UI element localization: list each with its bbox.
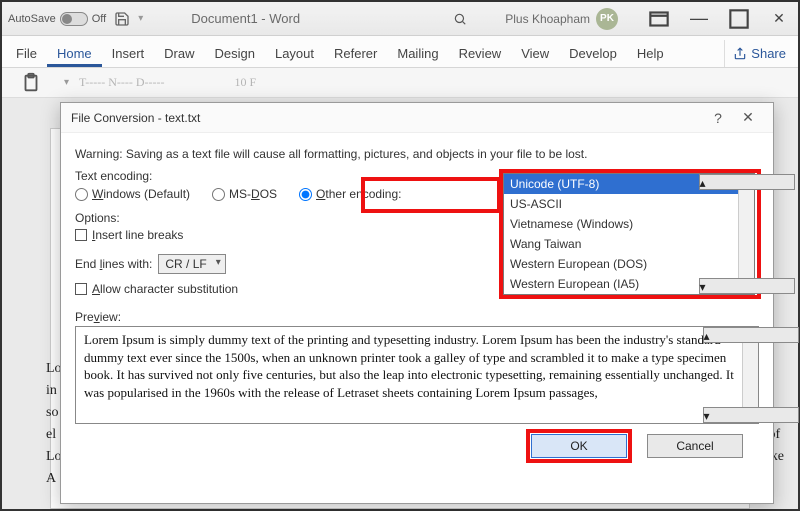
ribbon-display-icon[interactable]	[646, 6, 672, 32]
dialog-title: File Conversion - text.txt	[71, 111, 200, 125]
ribbon: ▾ T----- N---- D----- 10 F	[2, 68, 798, 98]
encoding-option[interactable]: Western European (DOS)	[504, 254, 738, 274]
autosave-label: AutoSave	[8, 13, 56, 25]
tab-insert[interactable]: Insert	[102, 40, 155, 67]
title-bar: AutoSave Off ▾ Document1 - Word Plus Kho…	[2, 2, 798, 36]
checkbox-allow-substitution[interactable]: Allow character substitution	[75, 282, 238, 296]
toggle-icon[interactable]	[60, 12, 88, 26]
preview-scrollbar[interactable]: ▴ ▾	[742, 327, 758, 423]
ribbon-tabs: File Home Insert Draw Design Layout Refe…	[2, 36, 798, 68]
encoding-option[interactable]: Wang Taiwan	[504, 234, 738, 254]
search-icon[interactable]	[453, 12, 467, 26]
font-size-stub[interactable]: 10 F	[235, 75, 257, 90]
dialog-titlebar: File Conversion - text.txt ? ✕	[61, 103, 773, 133]
encoding-listbox[interactable]: Unicode (UTF-8) US-ASCII Vietnamese (Win…	[503, 173, 755, 295]
radio-other[interactable]: Other encoding:	[299, 187, 401, 201]
encoding-option[interactable]: Vietnamese (Windows)	[504, 214, 738, 234]
paste-button[interactable]	[8, 72, 54, 94]
cancel-button[interactable]: Cancel	[647, 434, 743, 458]
share-button[interactable]: Share	[724, 40, 794, 67]
maximize-button[interactable]	[726, 6, 752, 32]
share-icon	[733, 47, 747, 61]
scroll-up-icon[interactable]: ▴	[699, 174, 795, 190]
radio-windows[interactable]: Windows (Default)	[75, 187, 190, 201]
tab-layout[interactable]: Layout	[265, 40, 324, 67]
ok-button[interactable]: OK	[531, 434, 627, 458]
save-icon[interactable]	[114, 11, 130, 27]
tab-mailings[interactable]: Mailing	[387, 40, 448, 67]
document-title: Document1 - Word	[191, 11, 300, 26]
font-name-stub[interactable]: T----- N---- D-----	[79, 75, 165, 90]
end-lines-label: End lines with:	[75, 257, 152, 271]
autosave-state: Off	[92, 13, 106, 25]
avatar: PK	[596, 8, 618, 30]
dialog-help-button[interactable]: ?	[703, 110, 733, 126]
tab-draw[interactable]: Draw	[154, 40, 204, 67]
tab-home[interactable]: Home	[47, 40, 102, 67]
tab-design[interactable]: Design	[205, 40, 265, 67]
user-account[interactable]: Plus Khoapham PK	[505, 8, 618, 30]
scroll-down-icon[interactable]: ▾	[699, 278, 795, 294]
end-lines-combo[interactable]: CR / LF	[158, 254, 225, 274]
autosave-toggle[interactable]: AutoSave Off	[8, 12, 106, 26]
scrollbar[interactable]: ▴ ▾	[738, 174, 754, 294]
preview-box: Lorem Ipsum is simply dummy text of the …	[75, 326, 759, 424]
tab-references[interactable]: Referer	[324, 40, 387, 67]
dialog-close-button[interactable]: ✕	[733, 109, 763, 126]
checkbox-insert-line-breaks[interactable]: Insert line breaks	[75, 228, 183, 242]
file-conversion-dialog: File Conversion - text.txt ? ✕ Warning: …	[60, 102, 774, 504]
scroll-down-icon[interactable]: ▾	[703, 407, 799, 423]
clipboard-icon	[20, 72, 42, 94]
scroll-up-icon[interactable]: ▴	[703, 327, 799, 343]
user-name: Plus Khoapham	[505, 12, 590, 26]
minimize-button[interactable]: —	[686, 6, 712, 32]
encoding-option[interactable]: US-ASCII	[504, 194, 738, 214]
tab-help[interactable]: Help	[627, 40, 674, 67]
close-button[interactable]: ✕	[766, 6, 792, 32]
tab-review[interactable]: Review	[449, 40, 512, 67]
preview-text: Lorem Ipsum is simply dummy text of the …	[76, 327, 742, 423]
qat-overflow-icon[interactable]: ▾	[138, 13, 143, 24]
preview-label: Preview:	[75, 310, 759, 324]
share-label: Share	[751, 46, 786, 61]
warning-text: Warning: Saving as a text file will caus…	[75, 147, 759, 161]
radio-msdos[interactable]: MS-DOS	[212, 187, 277, 201]
tab-developer[interactable]: Develop	[559, 40, 627, 67]
highlight-encoding-list: Unicode (UTF-8) US-ASCII Vietnamese (Win…	[499, 169, 761, 299]
tab-view[interactable]: View	[511, 40, 559, 67]
tab-file[interactable]: File	[6, 40, 47, 67]
